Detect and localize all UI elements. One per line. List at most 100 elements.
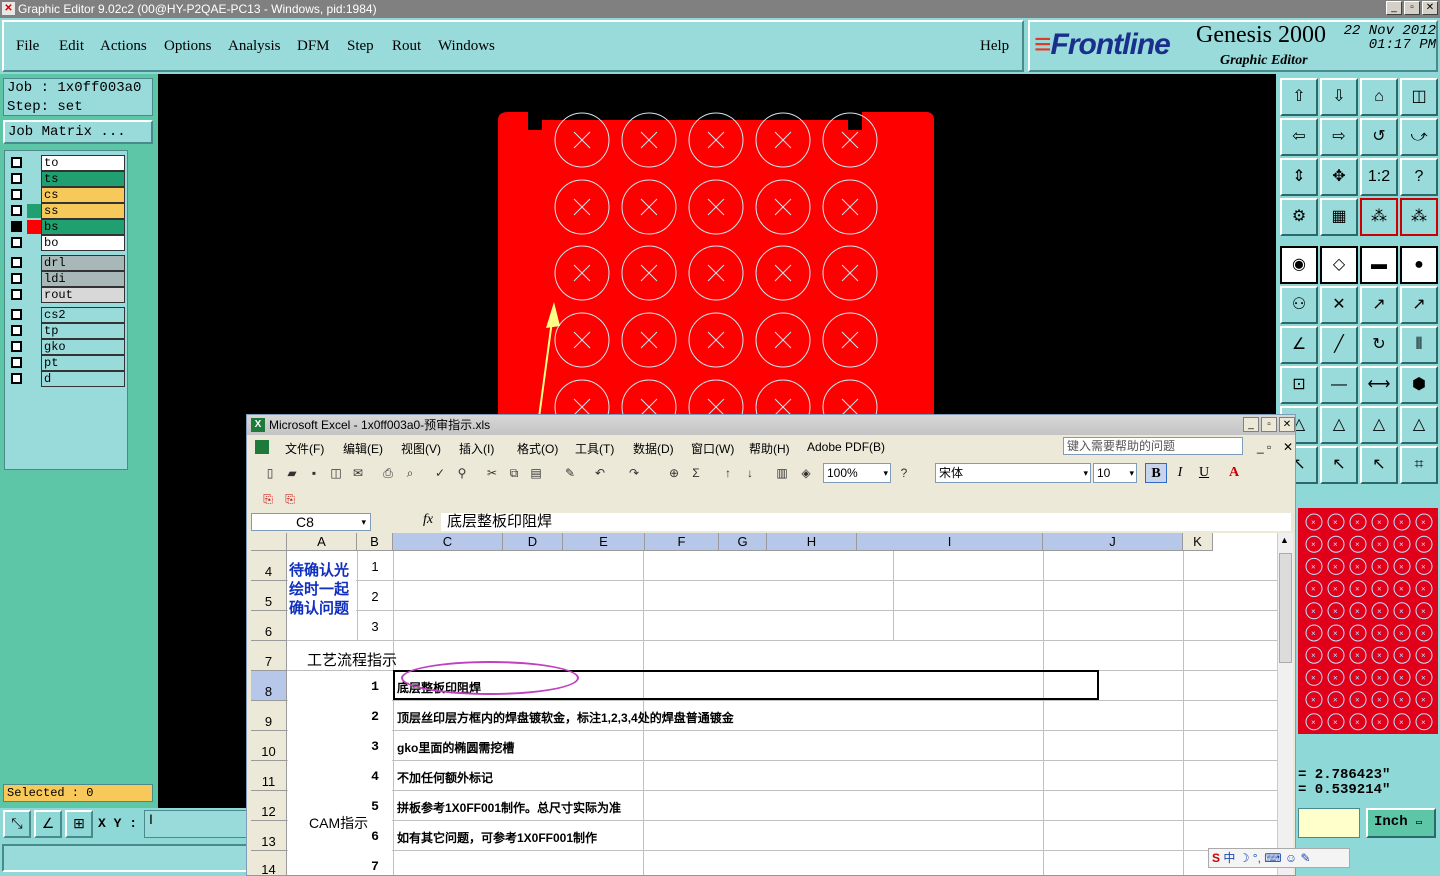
row-header[interactable]: 14 [251, 851, 287, 875]
sort-desc-icon[interactable]: ↓ [741, 464, 759, 482]
menu-rout[interactable]: Rout [392, 38, 421, 55]
column-header[interactable]: J [1043, 533, 1183, 551]
layer-row-ss[interactable]: ss [7, 203, 127, 219]
column-header[interactable]: I [857, 533, 1043, 551]
column-header[interactable]: A [287, 533, 357, 551]
zoom-icon[interactable]: ⤡ [3, 810, 31, 838]
row-header[interactable]: 4 [251, 551, 287, 581]
arc-icon[interactable]: ↻ [1360, 326, 1398, 364]
chart-wizard-icon[interactable]: ▥ [773, 464, 791, 482]
excel-menu-item[interactable]: 编辑(E) [343, 440, 383, 457]
layer-checkbox[interactable] [11, 357, 22, 368]
layer-checkbox[interactable] [11, 237, 22, 248]
line-icon[interactable]: ↗ [1400, 286, 1438, 324]
column-header[interactable]: F [645, 533, 719, 551]
row-header[interactable]: 12 [251, 791, 287, 821]
new-icon[interactable]: ▯ [261, 464, 279, 482]
formula-input[interactable]: 底层整板印阻焊 [441, 513, 1291, 531]
row-header[interactable]: 9 [251, 701, 287, 731]
home-icon[interactable]: ⌂ [1360, 78, 1398, 116]
snap-icon[interactable]: ⁂ [1400, 198, 1438, 236]
help-icon[interactable]: ? [895, 464, 913, 482]
print-preview-icon[interactable]: ⌕ [401, 464, 419, 482]
cursor-icon[interactable]: ↖ [1360, 446, 1398, 484]
row-header[interactable]: 7 [251, 641, 287, 671]
excel-menu-item[interactable]: 视图(V) [401, 440, 441, 457]
cell-a7[interactable]: 工艺流程指示 [307, 649, 397, 670]
select-icon[interactable]: ◉ [1280, 246, 1318, 284]
ime-toolbar[interactable]: S 中 ☽ °, ⌨ ☺ ✎ [1208, 848, 1350, 868]
pad-icon[interactable]: ● [1400, 246, 1438, 284]
excel-menu-item[interactable]: 插入(I) [459, 440, 494, 457]
excel-minimize-button[interactable]: _ [1243, 417, 1259, 432]
layer-checkbox[interactable] [11, 221, 22, 232]
row-header[interactable]: 11 [251, 761, 287, 791]
cell-c-instruction[interactable]: 如有其它问题，可参考1X0FF001制作 [397, 829, 597, 846]
cell-b[interactable]: 2 [357, 589, 393, 604]
dimension-icon[interactable]: ⟷ [1360, 366, 1398, 404]
snap-icon[interactable]: ⁂ [1360, 198, 1398, 236]
bold-button[interactable]: B [1145, 463, 1167, 483]
undo-icon[interactable]: ↶ [591, 464, 609, 482]
column-header[interactable]: C [393, 533, 503, 551]
permission-icon[interactable]: ◫ [327, 464, 345, 482]
save-icon[interactable]: ▪ [305, 464, 323, 482]
row-header[interactable]: 5 [251, 581, 287, 611]
layer-checkbox[interactable] [11, 189, 22, 200]
email-icon[interactable]: ✉ [349, 464, 367, 482]
menu-edit[interactable]: Edit [59, 38, 84, 55]
board-preview[interactable]: × × × × × × × × × × × × × × × × × × × × × × × × × × × × × × × × × × × × × × × ×… [1298, 508, 1438, 734]
research-icon[interactable]: ⚲ [453, 464, 471, 482]
settings-icon[interactable]: ⚙ [1280, 198, 1318, 236]
layer-row-bo[interactable]: bo [7, 235, 127, 251]
cell-b-no[interactable]: 3 [357, 739, 393, 754]
cell-b-no[interactable]: 2 [357, 709, 393, 724]
excel-menu-item[interactable]: 文件(F) [285, 440, 324, 457]
open-icon[interactable]: ▰ [283, 464, 301, 482]
menu-actions[interactable]: Actions [100, 38, 147, 55]
name-box[interactable]: C8 ▾ [251, 513, 371, 531]
layer-row-cs2[interactable]: cs2 [7, 307, 127, 323]
layer-row-pt[interactable]: pt [7, 355, 127, 371]
print-icon[interactable]: ⎙ [379, 464, 397, 482]
layer-row-to[interactable]: to [7, 155, 127, 171]
font-select[interactable]: 宋体 ▾ [935, 463, 1091, 483]
cell-b-no[interactable]: 5 [357, 799, 393, 814]
row-header[interactable]: 10 [251, 731, 287, 761]
fit-icon[interactable]: ⇕ [1280, 158, 1318, 196]
paste-icon[interactable]: ▤ [527, 464, 545, 482]
triangle-icon[interactable]: △ [1360, 406, 1398, 444]
layer-checkbox[interactable] [11, 173, 22, 184]
connect-icon[interactable]: ⚇ [1280, 286, 1318, 324]
layer-checkbox[interactable] [11, 325, 22, 336]
font-color-icon[interactable]: A [1223, 463, 1245, 483]
layer-row-gko[interactable]: gko [7, 339, 127, 355]
drawing-icon[interactable]: ◈ [797, 464, 815, 482]
cell-a4[interactable]: 待确认光绘时一起确认问题 [289, 561, 357, 618]
spelling-icon[interactable]: ✓ [431, 464, 449, 482]
format-painter-icon[interactable]: ✎ [561, 464, 579, 482]
layer-row-bs[interactable]: bs [7, 219, 127, 235]
cell-c-instruction[interactable]: 拼板参考1X0FF001制作。总尺寸实际为准 [397, 799, 621, 816]
question-icon[interactable]: ? [1400, 158, 1438, 196]
cell-b[interactable]: 3 [357, 619, 393, 634]
cell-c-instruction[interactable]: gko里面的椭圆需挖槽 [397, 739, 514, 756]
job-matrix-button[interactable]: Job Matrix ... [3, 120, 153, 144]
menu-help[interactable]: Help [980, 38, 1009, 55]
maximize-button[interactable]: ▫ [1404, 1, 1420, 15]
xy-input[interactable]: I [144, 810, 248, 838]
minimize-button[interactable]: _ [1386, 1, 1402, 15]
layer-checkbox[interactable] [11, 257, 22, 268]
menu-file[interactable]: File [16, 38, 39, 55]
hyperlink-icon[interactable]: ⊕ [665, 464, 683, 482]
layer-checkbox[interactable] [11, 205, 22, 216]
excel-window[interactable]: X Microsoft Excel - 1x0ff003a0-预审指示.xls … [246, 414, 1296, 876]
menu-dfm[interactable]: DFM [297, 38, 330, 55]
measure-icon[interactable]: ∠ [34, 810, 62, 838]
triangle-icon[interactable]: △ [1400, 406, 1438, 444]
cell-b-no[interactable]: 6 [357, 829, 393, 844]
load-icon[interactable]: ⇧ [1280, 78, 1318, 116]
text-icon[interactable]: ⫴ [1400, 326, 1438, 364]
column-header[interactable]: E [563, 533, 645, 551]
column-header[interactable]: K [1183, 533, 1213, 551]
